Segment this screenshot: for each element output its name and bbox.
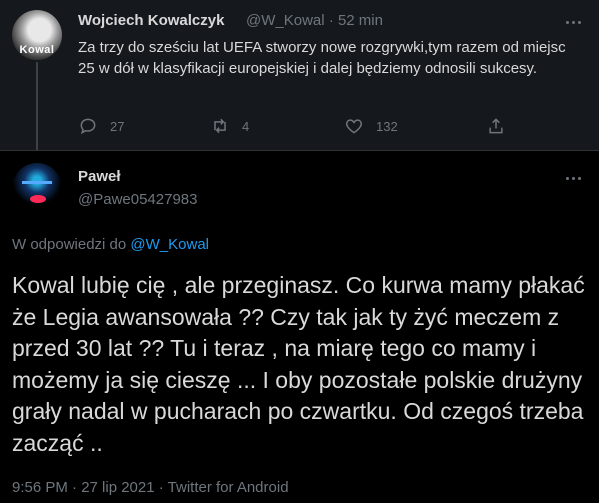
author-handle[interactable]: @Pawe05427983: [78, 191, 198, 208]
reply-count: 27: [110, 118, 125, 134]
tweet-meta: @W_Kowal · 52 min: [246, 12, 383, 29]
more-icon[interactable]: [562, 12, 584, 32]
reply-button[interactable]: 27: [78, 114, 124, 138]
author-name[interactable]: Paweł: [78, 168, 121, 185]
avatar[interactable]: [12, 163, 62, 213]
retweet-count: 4: [242, 118, 250, 134]
avatar-text: Kowal: [19, 44, 55, 56]
avatar[interactable]: Kowal: [12, 10, 62, 60]
divider: [0, 150, 599, 151]
tweet-actions: 27 4 132: [78, 114, 578, 138]
retweet-icon: [214, 118, 226, 134]
reply-target-link[interactable]: @W_Kowal: [130, 236, 209, 253]
more-icon[interactable]: [562, 168, 584, 188]
like-button[interactable]: 132: [344, 114, 398, 138]
replying-to: W odpowiedzi do @W_Kowal: [12, 236, 209, 253]
thread-line: [36, 62, 38, 150]
share-button[interactable]: [486, 114, 506, 138]
tweet-footer[interactable]: 9:56 PM · 27 lip 2021 · Twitter for Andr…: [12, 479, 289, 496]
like-icon: [345, 119, 363, 134]
retweet-button[interactable]: 4: [210, 114, 249, 138]
author-handle[interactable]: @W_Kowal: [246, 12, 325, 29]
tweet-text: Kowal lubię cię , ale przeginasz. Co kur…: [12, 272, 585, 456]
reply-prefix: W odpowiedzi do: [12, 236, 127, 253]
reply-icon: [80, 118, 96, 135]
share-icon: [489, 118, 503, 134]
like-count: 132: [376, 118, 398, 134]
separator: ·: [328, 12, 334, 29]
author-name[interactable]: Wojciech Kowalczyk: [78, 12, 224, 29]
tweet-text: Za trzy do sześciu lat UEFA stworzy nowe…: [78, 39, 566, 77]
timestamp[interactable]: 52 min: [338, 12, 383, 29]
